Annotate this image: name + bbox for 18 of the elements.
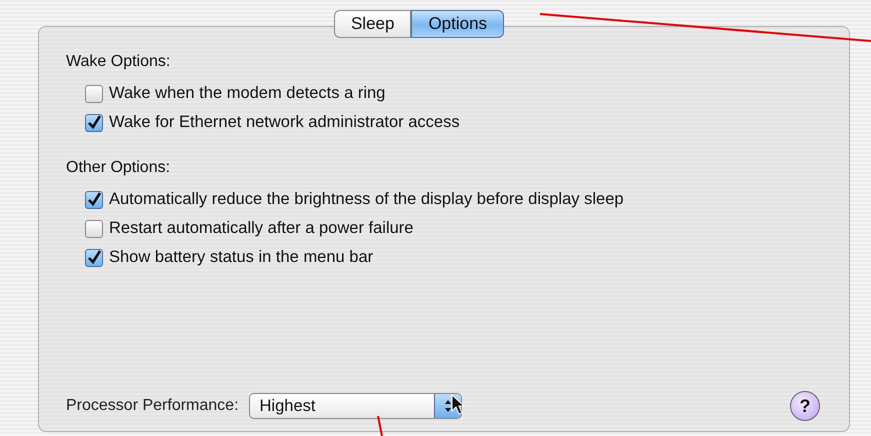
checkbox-label: Show battery status in the menu bar (109, 248, 374, 267)
tab[interactable]: Sleep (334, 10, 412, 38)
performance-popup[interactable]: Highest (248, 393, 462, 419)
tab[interactable]: Options (411, 10, 504, 38)
help-button[interactable]: ? (790, 391, 820, 421)
checkbox-label: Automatically reduce the brightness of the display before display sleep (109, 190, 624, 209)
checkbox[interactable] (85, 84, 103, 102)
section-title: Wake Options: (66, 53, 172, 71)
checkbox[interactable] (85, 220, 103, 238)
checkbox[interactable] (85, 114, 103, 132)
checkbox-label: Wake for Ethernet network administrator access (109, 113, 460, 132)
leader-line (377, 416, 383, 436)
section-title: Other Options: (66, 159, 172, 177)
checkbox[interactable] (85, 190, 103, 208)
processor-performance-label: Processor Performance: (66, 397, 239, 415)
checkbox-label: Restart automatically after a power failure (109, 219, 414, 238)
checkbox-label: Wake when the modem detects a ring (109, 84, 386, 103)
checkbox[interactable] (85, 248, 103, 266)
